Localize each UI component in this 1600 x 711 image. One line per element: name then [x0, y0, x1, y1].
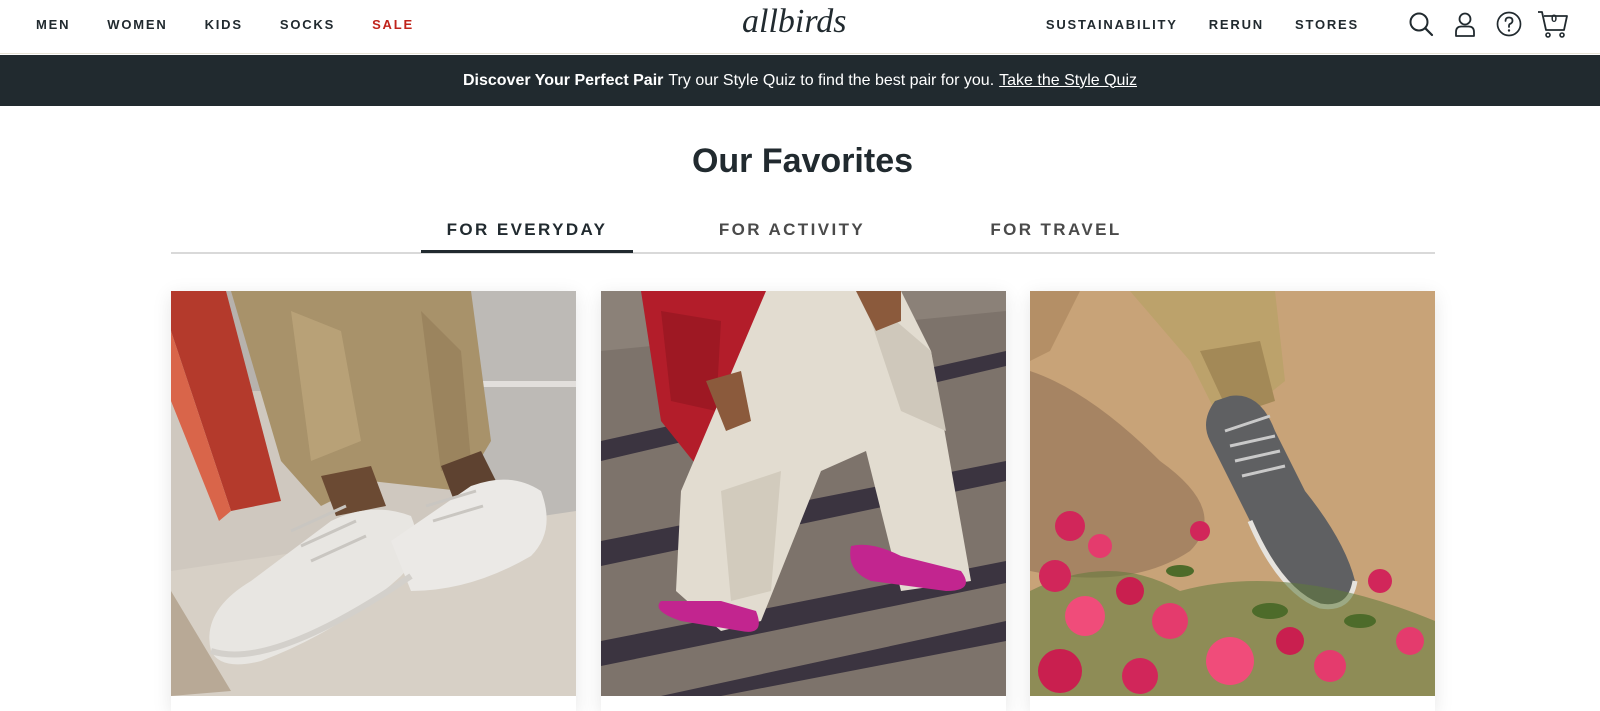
nav-socks[interactable]: SOCKS — [280, 17, 335, 32]
product-card-everyday-2[interactable] — [601, 291, 1006, 711]
active-tab-indicator — [421, 250, 633, 253]
secondary-nav: SUSTAINABILITY RERUN STORES — [1015, 0, 1359, 48]
promo-heading: Discover Your Perfect Pair — [462, 71, 664, 89]
magenta-flats-image — [601, 291, 1006, 696]
nav-sustainability[interactable]: SUSTAINABILITY — [1046, 17, 1178, 32]
header-icons: 0 — [1405, 8, 1569, 40]
help-button[interactable] — [1493, 8, 1525, 40]
tab-for-everyday[interactable]: FOR EVERYDAY — [421, 220, 633, 254]
tab-for-activity[interactable]: FOR ACTIVITY — [689, 220, 895, 254]
search-button[interactable] — [1405, 8, 1437, 40]
gray-wool-runners-image — [1030, 291, 1435, 696]
product-cards — [171, 291, 1435, 711]
white-knit-sneakers-image — [171, 291, 576, 696]
allbirds-wordmark: allbirds — [742, 3, 847, 40]
cart-count: 0 — [1551, 13, 1558, 25]
promo-text: Try our Style Quiz to find the best pair… — [668, 71, 995, 89]
account-button[interactable] — [1449, 8, 1481, 40]
promo-banner: Discover Your Perfect Pair Try our Style… — [0, 55, 1600, 106]
nav-sale[interactable]: SALE — [372, 17, 414, 32]
nav-kids[interactable]: KIDS — [205, 17, 243, 32]
allbirds-logo[interactable]: allbirds — [740, 2, 866, 46]
nav-men[interactable]: MEN — [36, 17, 70, 32]
section-title: Our Favorites — [691, 142, 914, 180]
cart-button[interactable]: 0 — [1537, 8, 1569, 40]
nav-rerun[interactable]: RERUN — [1209, 17, 1264, 32]
product-card-everyday-1[interactable] — [171, 291, 576, 711]
favorites-tabs: FOR EVERYDAY FOR ACTIVITY FOR TRAVEL — [171, 210, 1435, 254]
tab-for-travel[interactable]: FOR TRAVEL — [953, 220, 1159, 254]
style-quiz-link[interactable]: Take the Style Quiz — [999, 72, 1137, 90]
top-navigation: MEN WOMEN KIDS SOCKS SALE allbirds SUSTA… — [0, 0, 1600, 54]
logo-text: allbirds — [742, 3, 847, 40]
nav-stores[interactable]: STORES — [1295, 17, 1359, 32]
help-icon — [1496, 11, 1522, 37]
account-icon — [1455, 12, 1475, 37]
product-card-everyday-3[interactable] — [1030, 291, 1435, 711]
primary-nav: MEN WOMEN KIDS SOCKS SALE — [36, 0, 451, 48]
nav-women[interactable]: WOMEN — [107, 17, 167, 32]
search-icon — [1409, 12, 1434, 37]
